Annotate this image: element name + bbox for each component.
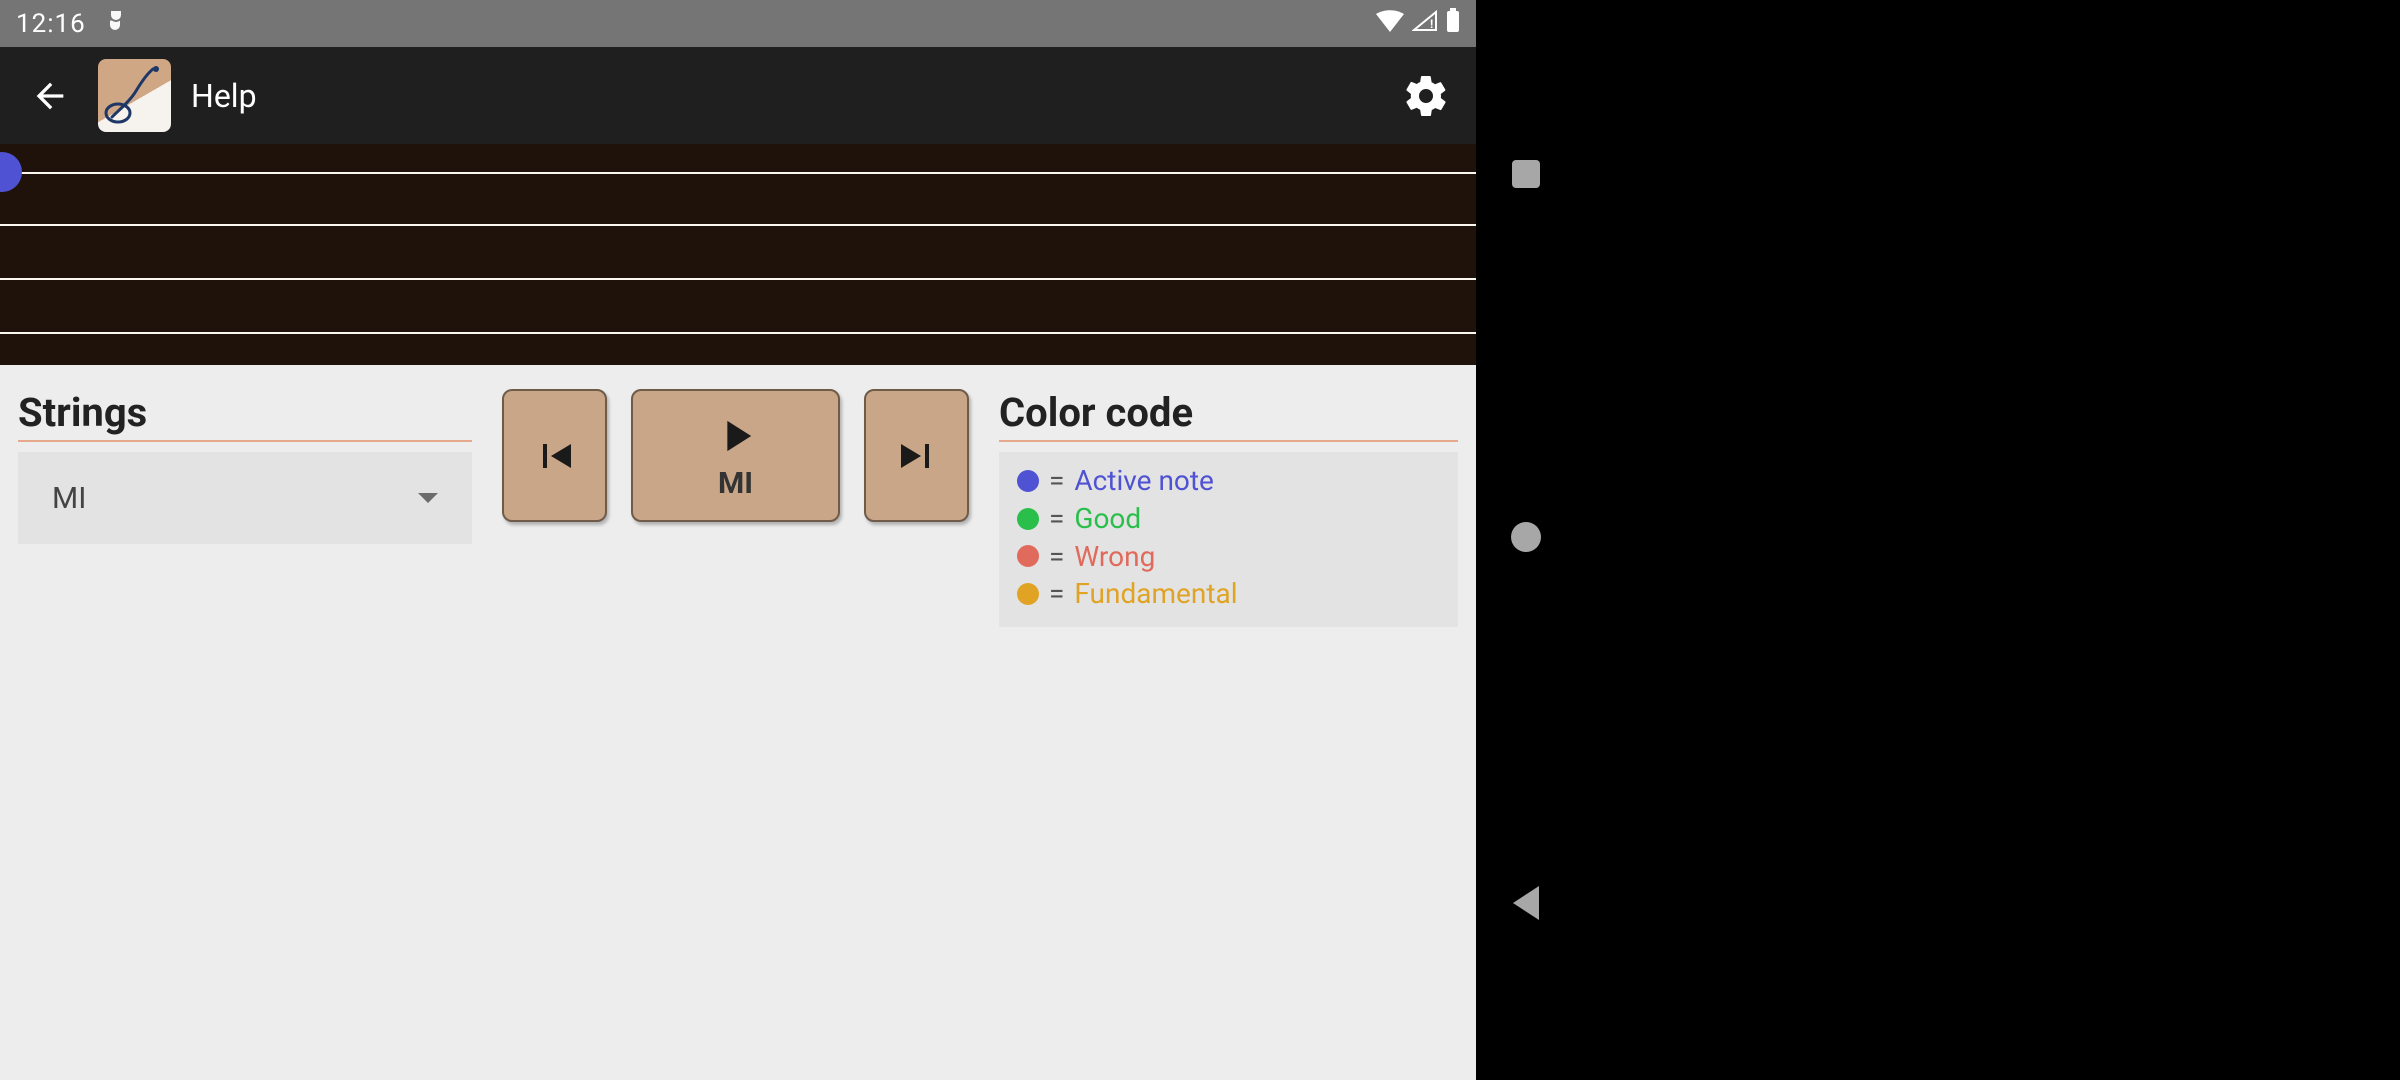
strings-selected-value: MI [52, 481, 86, 516]
color-legend: = Active note = Good = Wrong = Fundament… [999, 452, 1458, 627]
next-button[interactable] [864, 389, 969, 522]
back-button[interactable] [20, 66, 80, 126]
transport-controls: MI [502, 389, 969, 522]
swatch-good [1017, 508, 1039, 530]
swatch-fundamental [1017, 583, 1039, 605]
play-note-label: MI [718, 466, 753, 501]
nav-home-button[interactable] [1511, 522, 1541, 552]
strings-section: Strings MI [18, 389, 472, 544]
app-bar: Help [0, 47, 1476, 144]
page-title: Help [191, 77, 257, 115]
status-clock: 12:16 [16, 9, 86, 39]
fretboard[interactable] [0, 144, 1476, 365]
app-logo [98, 59, 171, 132]
status-bar: 12:16 ! [0, 0, 1476, 47]
settings-button[interactable] [1396, 66, 1456, 126]
legend-active-note: = Active note [1017, 462, 1440, 500]
strings-dropdown[interactable]: MI [18, 452, 472, 544]
system-nav-bar [1476, 0, 1576, 1080]
legend-good: = Good [1017, 500, 1440, 538]
battery-icon [1446, 8, 1460, 39]
status-app-icon [104, 8, 128, 39]
nav-recent-button[interactable] [1512, 160, 1540, 188]
play-button[interactable]: MI [631, 389, 840, 522]
previous-button[interactable] [502, 389, 607, 522]
strings-title: Strings [18, 389, 472, 442]
swatch-active-note [1017, 470, 1039, 492]
signal-icon: ! [1412, 9, 1438, 39]
swatch-wrong [1017, 545, 1039, 567]
nav-back-button[interactable] [1513, 886, 1539, 920]
svg-text:!: ! [1430, 17, 1433, 31]
active-note-marker[interactable] [0, 152, 22, 192]
color-code-section: Color code = Active note = Good = Wrong [999, 389, 1458, 627]
chevron-down-icon [418, 493, 438, 503]
legend-fundamental: = Fundamental [1017, 575, 1440, 613]
wifi-icon [1376, 9, 1404, 39]
color-code-title: Color code [999, 389, 1458, 442]
legend-wrong: = Wrong [1017, 538, 1440, 576]
